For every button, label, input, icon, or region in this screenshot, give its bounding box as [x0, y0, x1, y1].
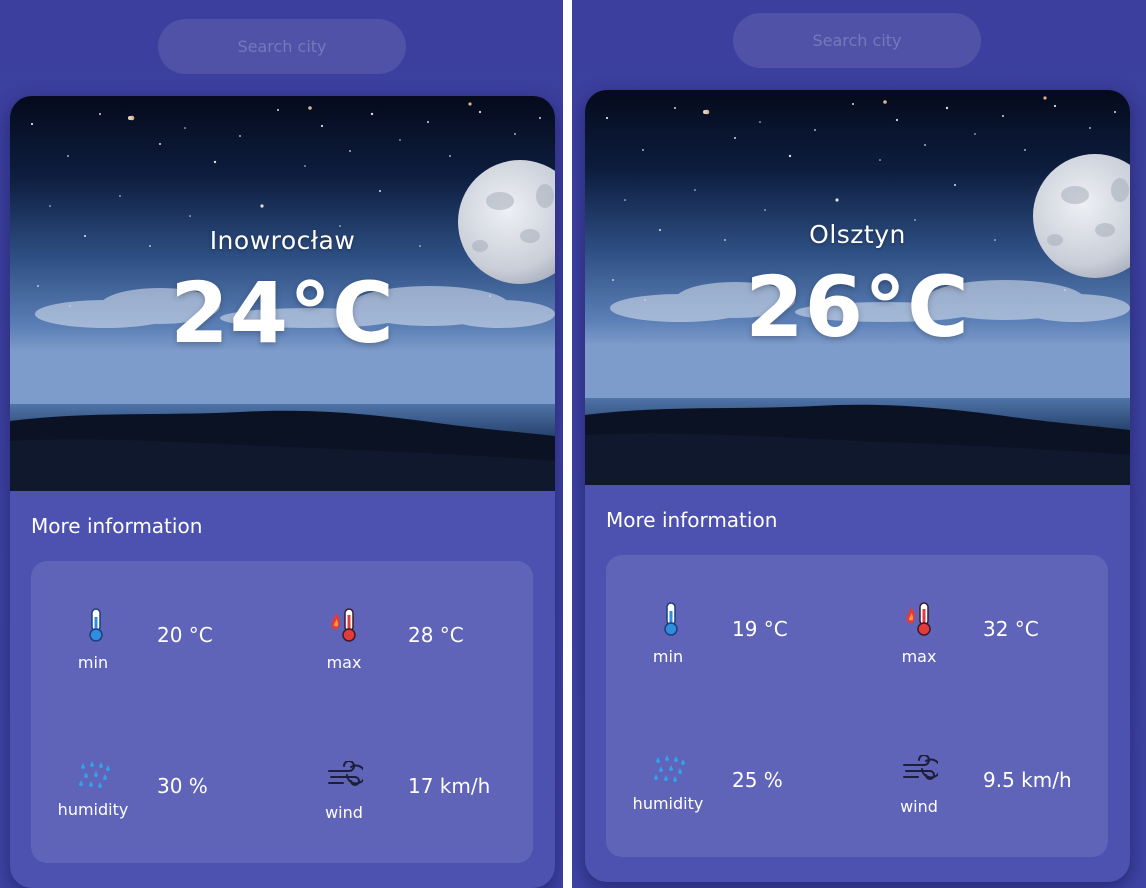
weather-card: Olsztyn 26°C More information min 19 °C — [585, 90, 1130, 882]
city-name: Olsztyn — [809, 220, 906, 249]
night-sky-hero-image: Inowrocław 24°C — [10, 96, 555, 491]
details-panel: min 20 °C max 28 °C humidity 30 % wind 1… — [31, 561, 533, 863]
city-search-input[interactable] — [733, 13, 981, 68]
stat-humidity-label: humidity — [632, 794, 704, 813]
weather-card: Inowrocław 24°C More information min 20 … — [10, 96, 555, 888]
city-name: Inowrocław — [209, 226, 356, 255]
thermometer-hot-icon — [328, 607, 362, 642]
rain-drops-icon — [77, 759, 111, 793]
stat-min-value: 20 °C — [157, 623, 213, 647]
rain-drops-icon — [652, 753, 686, 787]
thermometer-hot-icon — [903, 601, 937, 636]
stat-wind-value: 9.5 km/h — [983, 768, 1072, 792]
wind-icon — [902, 754, 941, 789]
thermometer-cold-icon — [79, 607, 113, 642]
stat-max-value: 32 °C — [983, 617, 1039, 641]
stat-max-value: 28 °C — [408, 623, 464, 647]
thermometer-cold-icon — [654, 601, 688, 636]
stat-min-label: min — [652, 647, 684, 666]
details-panel: min 19 °C max 32 °C humidity 25 % wind 9… — [606, 555, 1108, 857]
stat-wind-label: wind — [325, 803, 363, 822]
current-temperature: 26°C — [745, 258, 970, 356]
current-temperature: 24°C — [170, 264, 395, 362]
stat-min-label: min — [77, 653, 109, 672]
stat-min-value: 19 °C — [732, 617, 788, 641]
stat-max-label: max — [901, 647, 937, 666]
stat-humidity-value: 25 % — [732, 768, 783, 792]
wind-icon — [327, 760, 366, 795]
more-information-heading: More information — [31, 514, 203, 538]
more-information-heading: More information — [606, 508, 778, 532]
stat-wind-label: wind — [900, 797, 938, 816]
night-sky-hero-image: Olsztyn 26°C — [585, 90, 1130, 485]
stat-max-label: max — [326, 653, 362, 672]
city-search-input[interactable] — [158, 19, 406, 74]
weather-app-panel-left: Inowrocław 24°C More information min 20 … — [0, 0, 563, 888]
weather-app-panel-right: Olsztyn 26°C More information min 19 °C — [572, 0, 1146, 888]
stat-wind-value: 17 km/h — [408, 774, 491, 798]
stat-humidity-label: humidity — [57, 800, 129, 819]
stat-humidity-value: 30 % — [157, 774, 208, 798]
